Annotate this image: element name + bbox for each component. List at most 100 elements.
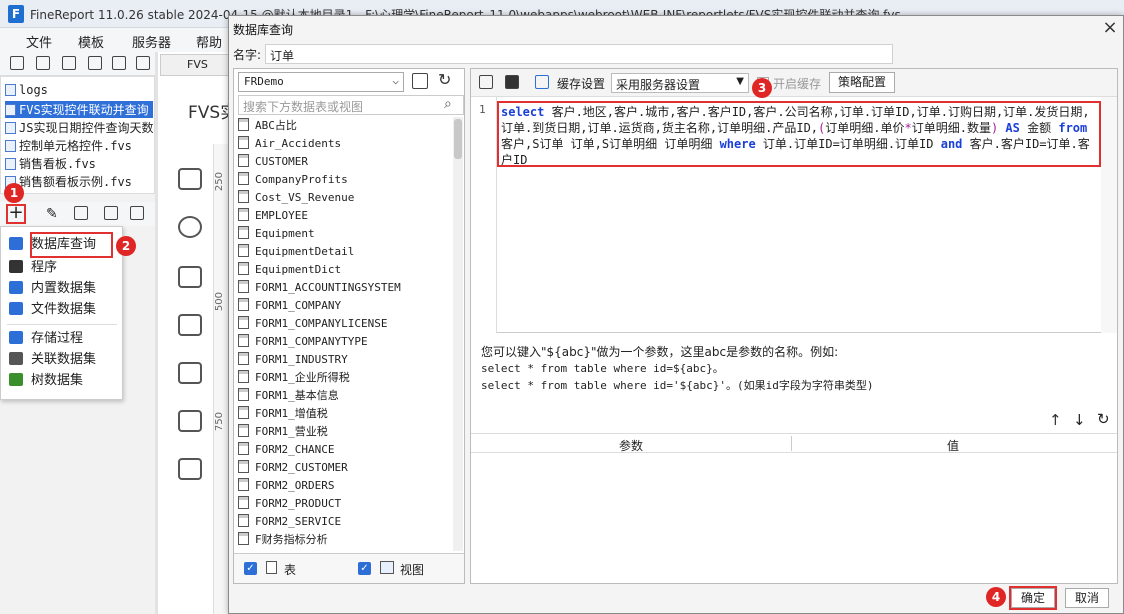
- table-list-item[interactable]: FORM1_COMPANYLICENSE: [238, 315, 387, 333]
- table-list-item[interactable]: EquipmentDetail: [238, 243, 354, 261]
- table-search-input[interactable]: 搜索下方数据表或视图: [238, 95, 464, 115]
- related-data-icon: [9, 352, 23, 365]
- ruler-mark: 750: [214, 412, 225, 432]
- preview-icon[interactable]: [479, 75, 493, 89]
- table-list-item[interactable]: FORM2_ORDERS: [238, 477, 334, 495]
- table-list-item[interactable]: Air_Accidents: [238, 135, 341, 153]
- inbox-icon[interactable]: [178, 362, 202, 384]
- table-list-item[interactable]: EMPLOYEE: [238, 207, 308, 225]
- refresh-icon[interactable]: ↻: [438, 70, 451, 89]
- sql-token: select: [501, 105, 545, 119]
- tree-item-selected[interactable]: FVS实现控件联动并查询: [5, 101, 153, 118]
- table-icon: [238, 172, 249, 185]
- table-checkbox[interactable]: ✓: [244, 562, 257, 575]
- tree-item[interactable]: 控制单元格控件.fvs: [5, 137, 132, 154]
- table-list-item[interactable]: FORM1_营业税: [238, 423, 328, 441]
- table-icon: [238, 370, 249, 383]
- settings-icon[interactable]: [88, 56, 102, 70]
- menu-file[interactable]: 文件: [26, 32, 52, 51]
- procedure-icon: [9, 331, 23, 344]
- menu-item-stored-procedure[interactable]: 存储过程: [9, 329, 83, 349]
- database-icon: [9, 237, 23, 250]
- sql-token: 金额: [1027, 121, 1059, 135]
- sql-editor[interactable]: 1 select 客户.地区,客户.城市,客户.客户ID,客户.公司名称,订单.…: [471, 97, 1117, 333]
- table-icon[interactable]: [178, 410, 202, 432]
- copy-icon[interactable]: [136, 56, 150, 70]
- table-list-item[interactable]: FORM1_企业所得税: [238, 369, 350, 387]
- cancel-button[interactable]: 取消: [1065, 588, 1109, 608]
- table-list-item[interactable]: ABC占比: [238, 117, 297, 135]
- param-hint: 您可以键入"${abc}"做为一个参数，这里abc是参数的名称。例如: sele…: [481, 345, 874, 392]
- table-list-item[interactable]: FORM2_CUSTOMER: [238, 459, 348, 477]
- delete-icon[interactable]: [74, 206, 88, 220]
- table-list-item[interactable]: FORM2_SERVICE: [238, 513, 341, 531]
- table-list-item[interactable]: F财务指标分析: [238, 531, 328, 549]
- table-icon: [238, 442, 249, 455]
- strategy-button[interactable]: 策略配置: [829, 72, 895, 93]
- chart-pie-icon[interactable]: [178, 216, 202, 238]
- table-list-item[interactable]: CUSTOMER: [238, 153, 308, 171]
- menu-server[interactable]: 服务器: [132, 32, 171, 51]
- table-list-item[interactable]: FORM2_CHANCE: [238, 441, 334, 459]
- sql-token: where: [719, 137, 756, 151]
- tree-item[interactable]: 销售额看板示例.fvs: [5, 173, 132, 190]
- menu-item-program[interactable]: 程序: [9, 258, 57, 278]
- tree-item[interactable]: JS实现日期控件查询天数: [5, 119, 153, 136]
- table-list-item[interactable]: CompanyProfits: [238, 171, 348, 189]
- tab-fvs[interactable]: FVS: [160, 54, 230, 76]
- app-window: F FineReport 11.0.26 stable 2024-04-15 @…: [0, 0, 1124, 614]
- menu-item-related-dataset[interactable]: 关联数据集: [9, 350, 96, 370]
- menu-item-file-dataset[interactable]: 文件数据集: [9, 300, 96, 320]
- table-check-label: 表: [284, 563, 297, 577]
- new-file-icon[interactable]: [10, 56, 24, 70]
- table-list-item[interactable]: FORM1_INDUSTRY: [238, 351, 348, 369]
- move-up-icon[interactable]: ↑: [1049, 411, 1062, 429]
- tree-item[interactable]: logs: [5, 83, 48, 100]
- table-icon: [238, 298, 249, 311]
- datasource-settings-icon[interactable]: [412, 73, 428, 89]
- menu-help[interactable]: 帮助: [196, 32, 222, 51]
- table-list-item[interactable]: FORM1_ACCOUNTINGSYSTEM: [238, 279, 401, 297]
- edit-icon[interactable]: ✎: [46, 206, 58, 222]
- view-checkbox[interactable]: ✓: [358, 562, 371, 575]
- archive-icon[interactable]: [178, 458, 202, 480]
- menu-item-builtin-dataset[interactable]: 内置数据集: [9, 279, 96, 299]
- preview-icon[interactable]: [104, 206, 118, 220]
- table-list-item[interactable]: FORM1_增值税: [238, 405, 328, 423]
- scroll-thumb[interactable]: [454, 119, 462, 159]
- line-gutter: 1: [471, 97, 497, 333]
- ruler-mark: 250: [214, 172, 225, 192]
- table-list-item[interactable]: FORM1_COMPANY: [238, 297, 341, 315]
- table-list-panel: FRDemo ⌵ ↻ 搜索下方数据表或视图 ⌕ ABC占比 Air_Accident…: [233, 68, 465, 584]
- cache-select[interactable]: 采用服务器设置 ▼: [611, 73, 749, 93]
- move-down-icon[interactable]: ↓: [1073, 411, 1086, 429]
- cube-icon[interactable]: [178, 168, 202, 190]
- close-icon[interactable]: ×: [1099, 17, 1121, 39]
- editor-scrollbar[interactable]: [1101, 97, 1117, 333]
- table-list-item[interactable]: Equipment: [238, 225, 315, 243]
- menu-item-tree-dataset[interactable]: 树数据集: [9, 371, 83, 391]
- delete-icon[interactable]: [112, 56, 126, 70]
- sql-token: 订单.订单ID=订单明细.订单ID: [755, 137, 941, 151]
- scrollbar[interactable]: [453, 117, 463, 551]
- table-list-item[interactable]: FORM2_PRODUCT: [238, 495, 341, 513]
- datasource-select[interactable]: FRDemo ⌵: [238, 72, 404, 92]
- open-folder-icon[interactable]: [36, 56, 50, 70]
- param-table-body[interactable]: [471, 453, 1117, 583]
- sql-text[interactable]: select 客户.地区,客户.城市,客户.客户ID,客户.公司名称,订单.订单…: [497, 101, 1101, 167]
- table-list-item[interactable]: FORM1_基本信息: [238, 387, 339, 405]
- text-icon[interactable]: [178, 266, 202, 288]
- table-list-item[interactable]: EquipmentDict: [238, 261, 341, 279]
- add-dataset-button[interactable]: +: [6, 204, 26, 224]
- name-field[interactable]: 订单: [265, 44, 893, 64]
- param-table-header: 参数 值: [471, 433, 1117, 453]
- tree-item[interactable]: 销售看板.fvs: [5, 155, 96, 172]
- video-icon[interactable]: [178, 314, 202, 336]
- dataset-settings-icon[interactable]: [130, 206, 144, 220]
- table-list-item[interactable]: Cost_VS_Revenue: [238, 189, 354, 207]
- template-icon[interactable]: [62, 56, 76, 70]
- database-icon[interactable]: [505, 75, 519, 89]
- table-list-item[interactable]: FORM1_COMPANYTYPE: [238, 333, 368, 351]
- menu-template[interactable]: 模板: [78, 32, 104, 51]
- refresh-icon[interactable]: ↻: [1097, 410, 1110, 428]
